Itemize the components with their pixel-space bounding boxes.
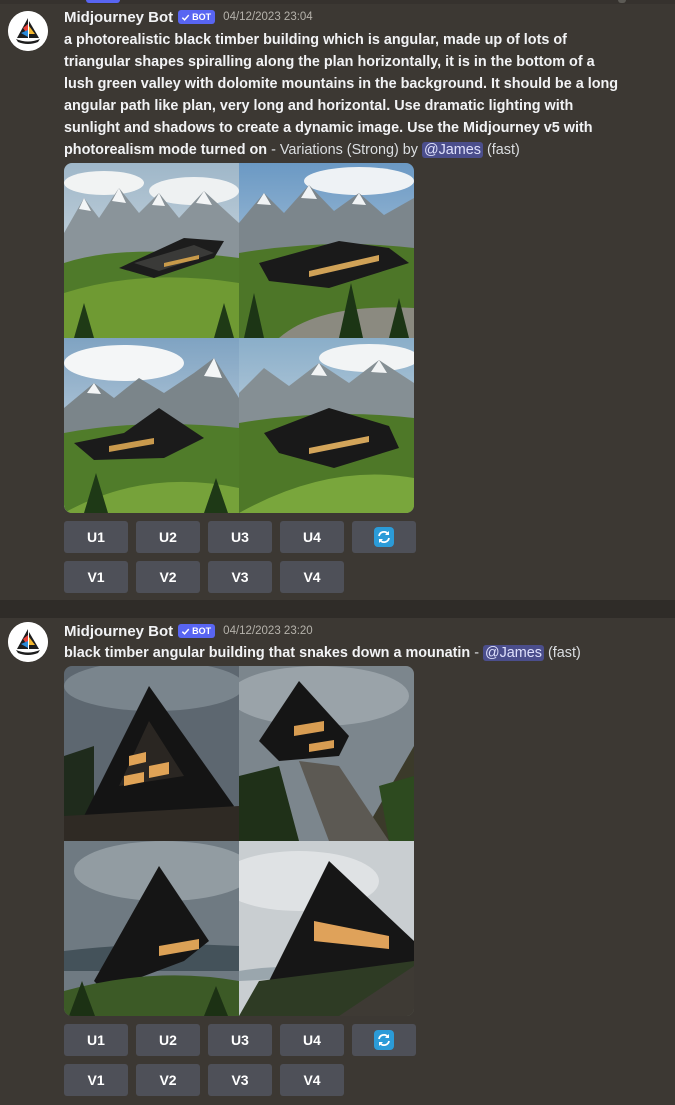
- timestamp[interactable]: 04/12/2023 23:20: [223, 625, 313, 637]
- timestamp[interactable]: 04/12/2023 23:04: [223, 11, 313, 23]
- chat-message: Midjourney Bot BOT 04/12/2023 23:04 a ph…: [0, 0, 675, 600]
- meta-prefix: -: [470, 645, 483, 661]
- verified-check-icon: [182, 14, 190, 21]
- refresh-icon: [374, 1030, 394, 1050]
- upscale-button-3[interactable]: U3: [208, 1024, 272, 1056]
- message-header: Midjourney Bot BOT 04/12/2023 23:04: [64, 6, 313, 28]
- meta-suffix: (fast): [544, 645, 581, 661]
- image-variation-3[interactable]: [64, 338, 239, 513]
- verified-check-icon: [182, 628, 190, 635]
- user-mention[interactable]: @James: [421, 142, 483, 158]
- chat-message: Midjourney Bot BOT 04/12/2023 23:20 blac…: [0, 618, 675, 1105]
- variation-button-1[interactable]: V1: [64, 561, 128, 593]
- upscale-button-4[interactable]: U4: [280, 1024, 344, 1056]
- username[interactable]: Midjourney Bot: [64, 623, 173, 640]
- upscale-button-3[interactable]: U3: [208, 521, 272, 553]
- message-separator: [0, 600, 675, 618]
- variation-button-1[interactable]: V1: [64, 1064, 128, 1096]
- message-header: Midjourney Bot BOT 04/12/2023 23:20: [64, 620, 313, 642]
- bot-tag-label: BOT: [192, 12, 212, 22]
- prompt-text: black timber angular building that snake…: [64, 645, 471, 661]
- sailboat-icon: [8, 11, 48, 51]
- meta-prefix: - Variations (Strong) by: [267, 142, 422, 158]
- variation-button-3[interactable]: V3: [208, 1064, 272, 1096]
- image-grid[interactable]: [64, 163, 414, 513]
- upscale-button-4[interactable]: U4: [280, 521, 344, 553]
- bot-tag-label: BOT: [192, 626, 212, 636]
- prompt-text: a photorealistic black timber building w…: [64, 32, 619, 158]
- bot-avatar[interactable]: [8, 11, 48, 51]
- image-variation-4[interactable]: [239, 841, 414, 1016]
- reroll-button[interactable]: [352, 521, 416, 553]
- image-variation-2[interactable]: [239, 666, 414, 841]
- variation-button-4[interactable]: V4: [280, 561, 344, 593]
- upscale-button-1[interactable]: U1: [64, 521, 128, 553]
- bot-avatar[interactable]: [8, 622, 48, 662]
- image-variation-2[interactable]: [239, 163, 414, 338]
- variation-button-2[interactable]: V2: [136, 561, 200, 593]
- meta-suffix: (fast): [482, 142, 520, 158]
- variation-button-4[interactable]: V4: [280, 1064, 344, 1096]
- image-variation-3[interactable]: [64, 841, 239, 1016]
- variation-button-2[interactable]: V2: [136, 1064, 200, 1096]
- message-content: black timber angular building that snake…: [64, 642, 624, 664]
- image-grid[interactable]: [64, 666, 414, 1016]
- image-variation-1[interactable]: [64, 163, 239, 338]
- image-variation-1[interactable]: [64, 666, 239, 841]
- username[interactable]: Midjourney Bot: [64, 9, 173, 26]
- variation-button-3[interactable]: V3: [208, 561, 272, 593]
- message-content: a photorealistic black timber building w…: [64, 29, 624, 161]
- bot-tag: BOT: [178, 624, 216, 638]
- bot-tag: BOT: [178, 10, 216, 24]
- sailboat-icon: [8, 622, 48, 662]
- image-variation-4[interactable]: [239, 338, 414, 513]
- upscale-button-2[interactable]: U2: [136, 521, 200, 553]
- refresh-icon: [374, 527, 394, 547]
- user-mention[interactable]: @James: [483, 645, 544, 661]
- upscale-button-2[interactable]: U2: [136, 1024, 200, 1056]
- reroll-button[interactable]: [352, 1024, 416, 1056]
- upscale-button-1[interactable]: U1: [64, 1024, 128, 1056]
